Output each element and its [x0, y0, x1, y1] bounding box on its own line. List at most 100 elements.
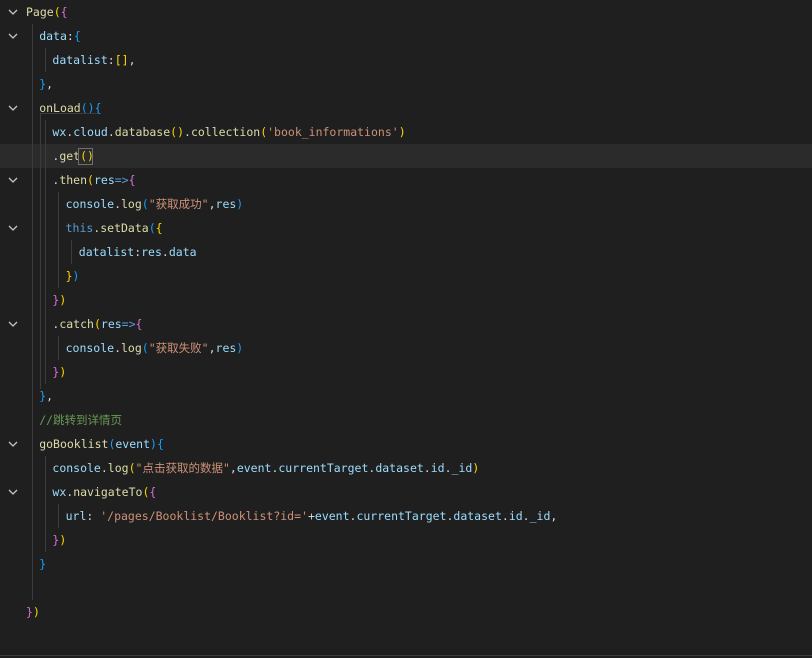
code-token: res — [141, 245, 162, 259]
fold-chevron-icon[interactable] — [6, 432, 20, 456]
code-token: res — [215, 197, 237, 211]
fold-chevron-icon[interactable] — [6, 0, 20, 24]
code-token: , — [128, 53, 136, 67]
code-token: log — [121, 197, 142, 211]
code-token: id — [508, 509, 523, 523]
code-line[interactable]: } — [0, 552, 812, 576]
code-line[interactable]: wx.navigateTo({ — [0, 480, 812, 504]
code-token: { — [135, 317, 143, 331]
code-token: ( — [141, 197, 149, 211]
indent-guide — [58, 504, 59, 528]
code-token: . — [107, 125, 115, 139]
code-token: , — [550, 509, 558, 523]
fold-chevron-icon[interactable] — [6, 96, 20, 120]
code-token: : — [107, 53, 115, 67]
scope-highlight — [40, 113, 98, 389]
code-token: [] — [114, 53, 129, 67]
code-token: ) — [472, 461, 480, 475]
code-line[interactable]: }) — [0, 600, 812, 624]
code-line[interactable]: Page({ — [0, 0, 812, 24]
fold-chevron-icon[interactable] — [6, 480, 20, 504]
code-token: . — [522, 509, 530, 523]
code-token: { — [156, 437, 164, 451]
code-text: } — [39, 552, 46, 576]
code-token: { — [155, 221, 163, 235]
code-line[interactable]: }, — [0, 384, 812, 408]
code-token: ( — [128, 461, 136, 475]
code-line[interactable]: onLoad(){ — [0, 96, 812, 120]
code-token: "获取失败" — [148, 341, 209, 355]
code-line[interactable]: }) — [0, 288, 812, 312]
code-line[interactable]: }) — [0, 264, 812, 288]
code-token: currentTarget — [278, 461, 369, 475]
code-token: => — [114, 173, 129, 187]
code-token: ( — [53, 5, 61, 19]
code-token: goBooklist — [39, 437, 109, 451]
code-line[interactable] — [0, 576, 812, 600]
code-token: . — [100, 461, 108, 475]
code-token: console — [52, 461, 101, 475]
code-line[interactable]: .then(res=>{ — [0, 168, 812, 192]
code-token: '/pages/Booklist/Booklist?id=' — [100, 509, 308, 523]
code-line[interactable]: console.log("点击获取的数据",event.currentTarge… — [0, 456, 812, 480]
code-line[interactable]: goBooklist(event){ — [0, 432, 812, 456]
code-text: url: '/pages/Booklist/Booklist?id='+even… — [66, 504, 558, 528]
code-token: collection — [190, 125, 261, 139]
code-token: setData — [100, 221, 149, 235]
editor-bottom-border — [0, 655, 812, 656]
code-text: goBooklist(event){ — [39, 432, 164, 456]
code-token: , — [229, 461, 237, 475]
code-line[interactable]: console.log("获取失败",res) — [0, 336, 812, 360]
fold-chevron-icon[interactable] — [6, 216, 20, 240]
code-line[interactable]: datalist:[], — [0, 48, 812, 72]
code-line[interactable]: .catch(res=>{ — [0, 312, 812, 336]
code-token: , — [208, 341, 216, 355]
code-token: . — [423, 461, 431, 475]
code-line[interactable]: wx.cloud.database().collection('book_inf… — [0, 120, 812, 144]
code-line[interactable]: }) — [0, 528, 812, 552]
code-token: : — [66, 29, 74, 43]
code-token: . — [444, 461, 452, 475]
code-token: () — [170, 125, 184, 139]
code-token: currentTarget — [356, 509, 447, 523]
indent-guide — [45, 456, 46, 552]
code-line[interactable]: }, — [0, 72, 812, 96]
code-token: , — [46, 77, 54, 91]
fold-chevron-icon[interactable] — [6, 168, 20, 192]
code-line[interactable]: .get() — [0, 144, 812, 168]
code-text: console.log("点击获取的数据",event.currentTarge… — [52, 456, 479, 480]
code-token: . — [114, 341, 121, 355]
code-token: ) — [236, 197, 244, 211]
code-line[interactable]: //跳转到详情页 — [0, 408, 812, 432]
code-text: Page({ — [26, 0, 68, 24]
code-text: wx.navigateTo({ — [52, 480, 156, 504]
code-line[interactable]: this.setData({ — [0, 216, 812, 240]
code-token: . — [501, 509, 509, 523]
code-token: } — [39, 557, 47, 571]
code-text: data:{ — [39, 24, 81, 48]
code-token: event — [314, 509, 350, 523]
indent-guide — [32, 408, 33, 576]
code-token: ) — [59, 533, 67, 547]
code-line[interactable]: url: '/pages/Booklist/Booklist?id='+even… — [0, 504, 812, 528]
code-line[interactable]: datalist:res.data — [0, 240, 812, 264]
code-token: datalist — [52, 53, 108, 67]
code-token: "获取成功" — [148, 197, 209, 211]
indent-guide — [45, 48, 46, 72]
code-token: { — [73, 29, 81, 43]
code-editor[interactable]: Page({data:{datalist:[],}, onLoad(){wx.cl… — [0, 0, 812, 658]
code-token: 'book_informations' — [267, 125, 399, 139]
code-token: . — [161, 245, 169, 259]
code-token: , — [46, 389, 54, 403]
code-token: dataset — [375, 461, 424, 475]
code-token: _id — [529, 509, 551, 523]
code-text: //跳转到详情页 — [39, 408, 122, 432]
code-token: : — [86, 509, 101, 523]
code-line[interactable]: data:{ — [0, 24, 812, 48]
code-line[interactable]: }) — [0, 360, 812, 384]
code-token: navigateTo — [73, 485, 143, 499]
fold-chevron-icon[interactable] — [6, 24, 20, 48]
code-text: wx.cloud.database().collection('book_inf… — [52, 120, 405, 144]
code-line[interactable]: console.log("获取成功",res) — [0, 192, 812, 216]
fold-chevron-icon[interactable] — [6, 312, 20, 336]
